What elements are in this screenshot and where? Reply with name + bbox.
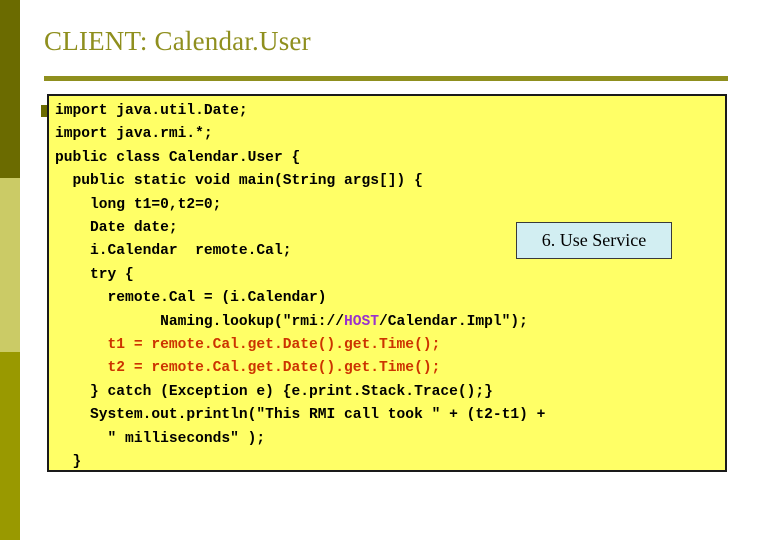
title-underline-rule	[44, 76, 728, 81]
sidebar-band-middle	[0, 178, 20, 352]
code-block: import java.util.Date; import java.rmi.*…	[47, 94, 727, 472]
sidebar-band-bottom	[0, 352, 20, 540]
slide-canvas: CLIENT: Calendar.User import java.util.D…	[0, 0, 780, 540]
code-listing: import java.util.Date; import java.rmi.*…	[55, 103, 546, 471]
page-title: CLIENT: Calendar.User	[44, 26, 311, 56]
callout-label: 6. Use Service	[541, 230, 647, 250]
callout-box: 6. Use Service	[516, 222, 672, 259]
sidebar-band-top	[0, 0, 20, 178]
